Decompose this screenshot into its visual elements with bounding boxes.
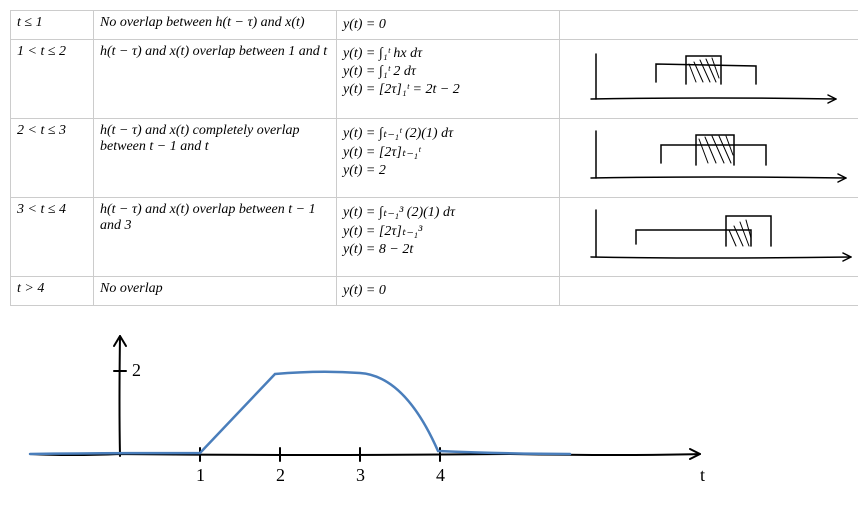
output-plot: 2 1 2 3 4 t — [10, 316, 848, 496]
table-row: t > 4 No overlap y(t) = 0 — [11, 277, 858, 306]
condition: 2 < t ≤ 3 — [17, 123, 66, 138]
x-tick-label: 1 — [196, 465, 205, 485]
equation: y(t) = ∫ₜ₋₁ᵗ (2)(1) dτ — [343, 125, 553, 142]
equation: y(t) = [2τ]₁ᵗ = 2t − 2 — [343, 82, 553, 98]
table-row: 1 < t ≤ 2 h(t − τ) and x(t) overlap betw… — [11, 40, 858, 119]
convolution-cases-table: t ≤ 1 No overlap between h(t − τ) and x(… — [10, 10, 858, 306]
equation: y(t) = 2 — [343, 163, 553, 179]
equation: y(t) = 8 − 2t — [343, 242, 553, 258]
equation: y(t) = [2τ]ₜ₋₁³ — [343, 223, 553, 240]
x-axis-label: t — [700, 465, 705, 485]
description: No overlap between h(t − τ) and x(t) — [100, 15, 305, 30]
table-row: 3 < t ≤ 4 h(t − τ) and x(t) overlap betw… — [11, 198, 858, 277]
condition: 3 < t ≤ 4 — [17, 202, 66, 217]
overlap-sketch-row3 — [566, 123, 858, 193]
equation: y(t) = ∫₁ᵗ 2 dτ — [343, 64, 553, 80]
x-tick-label: 3 — [356, 465, 365, 485]
equation: y(t) = [2τ]ₜ₋₁ᵗ — [343, 144, 553, 161]
description: h(t − τ) and x(t) overlap between t − 1 … — [100, 202, 316, 233]
condition: t > 4 — [17, 281, 44, 296]
overlap-sketch-row2 — [566, 44, 858, 114]
equation: y(t) = 0 — [343, 283, 553, 299]
y-tick-label: 2 — [132, 360, 141, 380]
x-tick-label: 2 — [276, 465, 285, 485]
equation: y(t) = 0 — [343, 17, 553, 33]
condition: 1 < t ≤ 2 — [17, 44, 66, 59]
description: h(t − τ) and x(t) overlap between 1 and … — [100, 44, 327, 59]
description: No overlap — [100, 281, 163, 296]
table-row: t ≤ 1 No overlap between h(t − τ) and x(… — [11, 11, 858, 40]
overlap-sketch-row4 — [566, 202, 858, 272]
equation: y(t) = ∫ₜ₋₁³ (2)(1) dτ — [343, 204, 553, 221]
equation: y(t) = ∫₁ᵗ hx dτ — [343, 46, 553, 62]
condition: t ≤ 1 — [17, 15, 43, 30]
table-row: 2 < t ≤ 3 h(t − τ) and x(t) completely o… — [11, 119, 858, 198]
description: h(t − τ) and x(t) completely overlap bet… — [100, 123, 300, 154]
x-tick-label: 4 — [436, 465, 445, 485]
